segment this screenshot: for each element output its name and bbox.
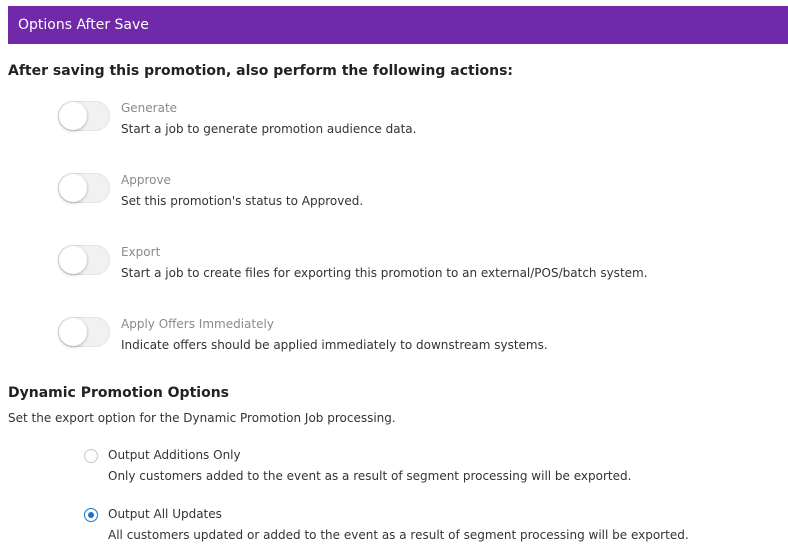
additions-only-label[interactable]: Output Additions Only (108, 448, 241, 462)
approve-toggle[interactable] (58, 173, 110, 203)
toggle-row-approve: Approve Set this promotion's status to A… (58, 173, 758, 223)
all-updates-description: All customers updated or added to the ev… (108, 528, 689, 542)
approve-description: Set this promotion's status to Approved. (121, 194, 364, 208)
toggle-row-export: Export Start a job to create files for e… (58, 245, 758, 295)
after-save-heading: After saving this promotion, also perfor… (8, 63, 514, 79)
apply-offers-toggle[interactable] (58, 317, 110, 347)
generate-label: Generate (121, 101, 178, 115)
all-updates-label[interactable]: Output All Updates (108, 507, 222, 521)
export-label: Export (121, 245, 161, 259)
additions-only-radio[interactable] (84, 449, 98, 463)
radio-row-additions-only: Output Additions Only Only customers add… (84, 448, 774, 492)
generate-description: Start a job to generate promotion audien… (121, 122, 417, 136)
approve-label: Approve (121, 173, 171, 187)
toggle-knob (59, 318, 87, 346)
apply-offers-label: Apply Offers Immediately (121, 317, 274, 331)
dynamic-options-heading: Dynamic Promotion Options (8, 385, 229, 401)
generate-toggle[interactable] (58, 101, 110, 131)
radio-row-all-updates: Output All Updates All customers updated… (84, 507, 774, 551)
panel-header: Options After Save (8, 6, 788, 44)
additions-only-description: Only customers added to the event as a r… (108, 469, 632, 483)
toggle-row-generate: Generate Start a job to generate promoti… (58, 101, 758, 151)
toggle-knob (59, 246, 87, 274)
export-description: Start a job to create files for exportin… (121, 266, 648, 280)
all-updates-radio[interactable] (84, 508, 98, 522)
toggle-knob (59, 174, 87, 202)
panel-title: Options After Save (18, 17, 149, 33)
dynamic-options-description: Set the export option for the Dynamic Pr… (8, 411, 396, 425)
apply-offers-description: Indicate offers should be applied immedi… (121, 338, 548, 352)
toggle-knob (59, 102, 87, 130)
toggle-row-apply-offers: Apply Offers Immediately Indicate offers… (58, 317, 758, 367)
export-toggle[interactable] (58, 245, 110, 275)
